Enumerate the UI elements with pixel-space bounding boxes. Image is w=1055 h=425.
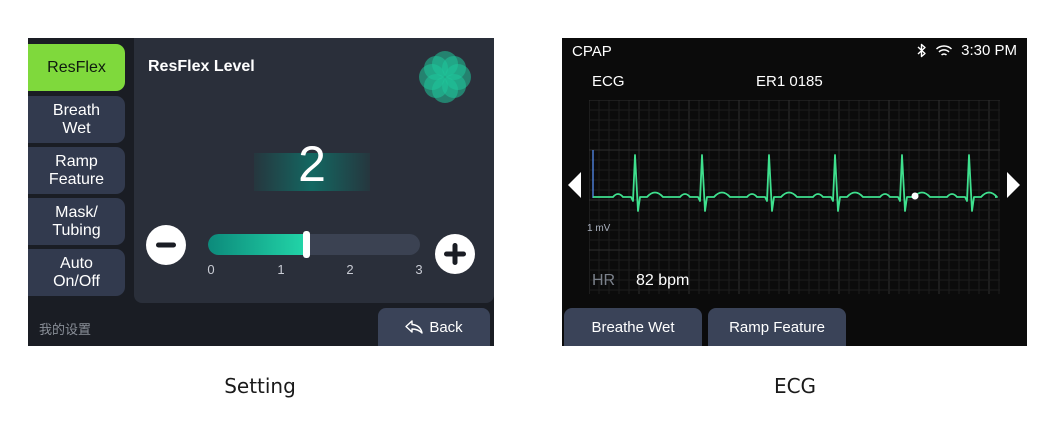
tab-label: Ramp Feature (729, 318, 825, 336)
caption-ecg: ECG (773, 374, 817, 398)
tab-label-text: Breath Wet (52, 101, 101, 137)
ecg-screen: CPAP 3:30 PM ECG ER1 0185 1 mV HR 82 bpm… (562, 38, 1027, 346)
decrease-button[interactable] (146, 225, 186, 265)
ecg-label: ECG (592, 73, 625, 90)
back-button[interactable]: Back (378, 308, 490, 346)
tab-auto-on-off[interactable]: Auto On/Off (28, 249, 125, 296)
ramp-feature-tab[interactable]: Ramp Feature (708, 308, 846, 346)
my-settings-label: 我的设置 (39, 323, 92, 338)
next-arrow-icon[interactable] (1007, 172, 1020, 198)
tab-mask-tubing[interactable]: Mask/ Tubing (28, 198, 125, 245)
plus-icon (444, 243, 466, 265)
tab-label: ResFlex (47, 58, 106, 76)
slider-tick: 0 (207, 262, 215, 277)
back-arrow-icon (405, 320, 424, 334)
wifi-icon (936, 44, 953, 56)
slider-thumb[interactable] (302, 231, 310, 258)
ecg-chart (589, 100, 1000, 294)
minus-icon (156, 242, 176, 248)
setting-screen: ResFlex Breath Wet Ramp Feature Mask/ Tu… (28, 38, 494, 346)
caption-setting: Setting (224, 374, 296, 398)
flower-logo-icon (419, 51, 471, 103)
ecg-cursor-dot (911, 192, 919, 200)
status-time: 3:30 PM (961, 42, 1017, 59)
slider-tick: 1 (277, 262, 285, 277)
panel-title: ResFlex Level (148, 58, 255, 75)
level-slider[interactable] (208, 234, 420, 255)
tab-label-text: Mask/ Tubing (52, 203, 101, 239)
slider-fill (208, 234, 305, 255)
hr-value: 82 bpm (636, 272, 690, 289)
previous-arrow-icon[interactable] (568, 172, 581, 198)
increase-button[interactable] (435, 234, 475, 274)
resflex-value: 2 (298, 136, 326, 192)
tab-label-text: Ramp Feature (48, 152, 105, 188)
bluetooth-icon (917, 43, 926, 58)
tab-breath-wet[interactable]: Breath Wet (28, 96, 125, 143)
status-bar: 3:30 PM (917, 42, 1017, 59)
tab-ramp-feature[interactable]: Ramp Feature (28, 147, 125, 194)
tab-resflex[interactable]: ResFlex (28, 44, 125, 91)
slider-tick: 2 (346, 262, 354, 277)
hr-label: HR (592, 272, 616, 289)
tab-label: Breathe Wet (591, 318, 675, 336)
resflex-panel: ResFlex Level 2 0 1 2 3 (134, 38, 494, 303)
device-id: ER1 0185 (756, 73, 823, 90)
back-label: Back (429, 318, 463, 336)
slider-tick: 3 (415, 262, 423, 277)
tab-label-text: Auto On/Off (53, 254, 100, 290)
app-title: CPAP (572, 43, 612, 60)
scale-label: 1 mV (587, 223, 611, 234)
tab-label: Breath Wet (53, 102, 100, 138)
breathe-wet-tab[interactable]: Breathe Wet (564, 308, 702, 346)
ecg-trace (593, 154, 998, 212)
